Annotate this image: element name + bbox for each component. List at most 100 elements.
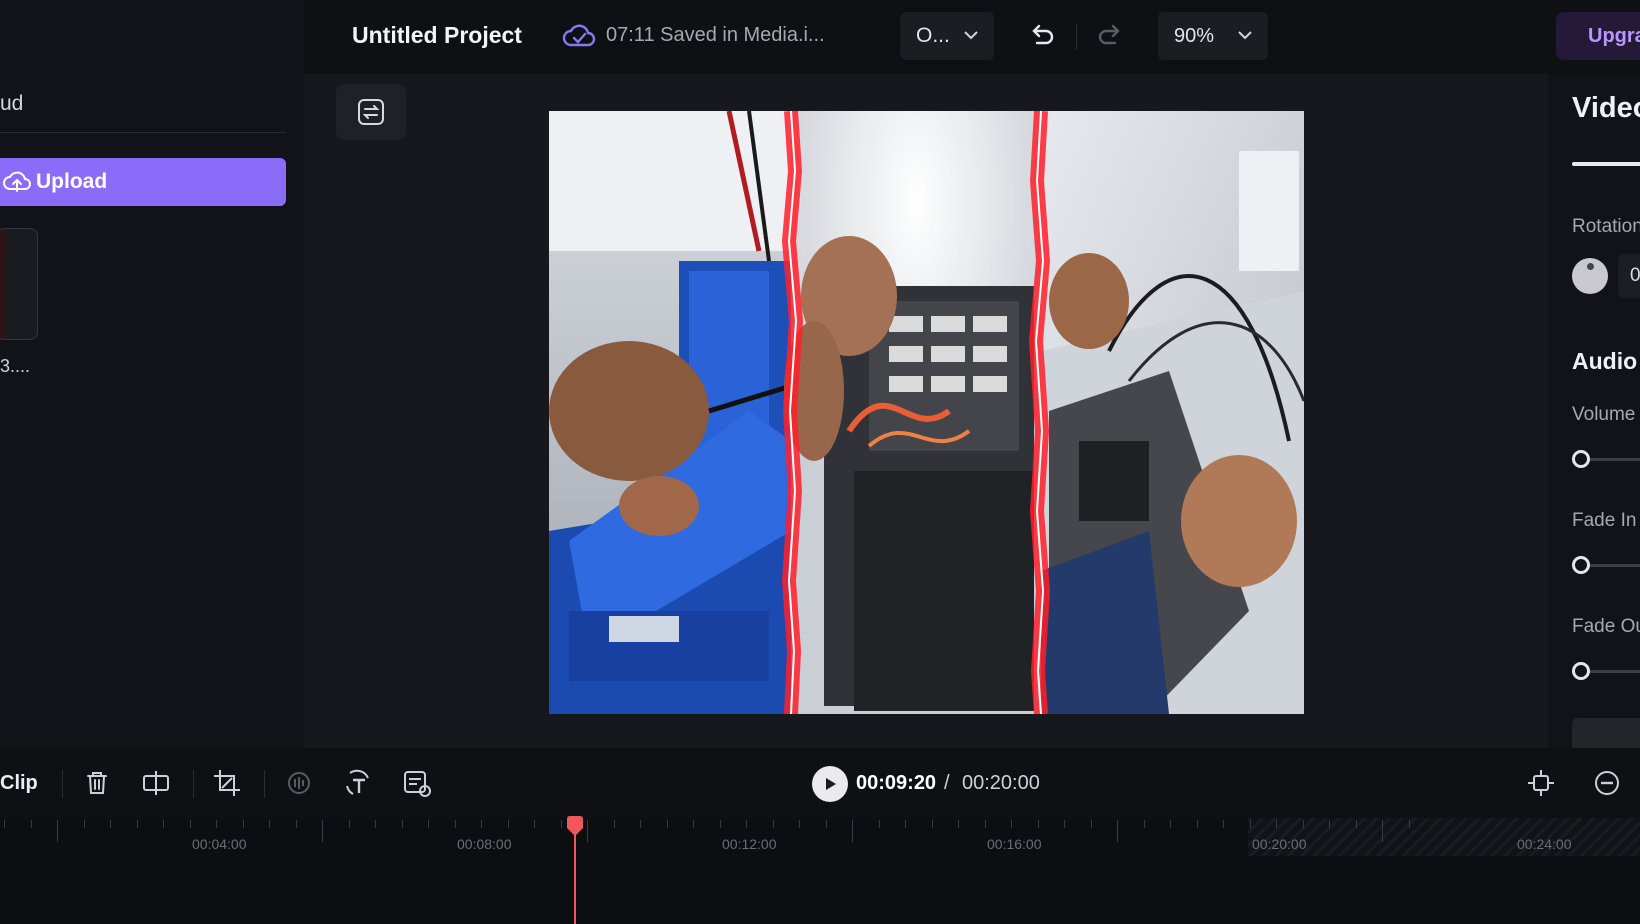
chevron-down-icon: [1238, 31, 1252, 40]
ruler-minor-tick: [1223, 820, 1224, 828]
ruler-minor-tick: [799, 820, 800, 828]
crop-icon[interactable]: [210, 766, 244, 800]
divider: [62, 770, 63, 798]
ruler-minor-tick: [1196, 820, 1198, 828]
aspect-ratio-select[interactable]: O...: [900, 12, 994, 60]
ruler-minor-tick: [110, 820, 111, 828]
save-status: 07:11 Saved in Media.i...: [606, 24, 825, 46]
ruler-minor-tick: [1170, 820, 1171, 828]
cloud-upload-icon: [2, 167, 32, 197]
ruler-minor-tick: [163, 820, 164, 828]
ruler-major-tick: [852, 820, 853, 842]
aspect-ratio-value: O...: [916, 24, 950, 47]
ruler-tick-label: 00:04:00: [192, 836, 247, 852]
properties-heading: Video: [1572, 92, 1640, 124]
clip-label: Clip: [0, 772, 38, 794]
ruler-minor-tick: [1408, 820, 1410, 828]
slider-thumb[interactable]: [1572, 450, 1590, 468]
slider-thumb[interactable]: [1572, 556, 1590, 574]
ruler-tick-label: 00:12:00: [722, 836, 777, 852]
ruler-minor-tick: [4, 820, 5, 828]
text-overlay-icon[interactable]: [341, 766, 375, 800]
apply-button[interactable]: [1572, 718, 1640, 748]
play-icon: [826, 778, 836, 790]
video-frame-image: [549, 111, 1304, 714]
ruler-minor-tick: [428, 820, 429, 828]
ruler-minor-tick: [958, 820, 959, 828]
ruler-tick-label: 00:24:00: [1517, 836, 1572, 852]
slider-thumb[interactable]: [1572, 662, 1590, 680]
ruler-minor-tick: [30, 820, 32, 828]
ruler-minor-tick: [1249, 820, 1251, 828]
ruler-minor-tick: [1064, 820, 1065, 828]
divider: [0, 132, 286, 133]
ruler-minor-tick: [905, 820, 906, 828]
auto-caption-icon[interactable]: [400, 766, 434, 800]
properties-panel: Video Rotation 0 Audio Volume Fade In Fa…: [1548, 74, 1640, 748]
ruler-minor-tick: [83, 820, 85, 828]
rotation-dial[interactable]: [1572, 258, 1608, 294]
ruler-minor-tick: [242, 820, 244, 828]
ruler-tick-label: 00:08:00: [457, 836, 512, 852]
ruler-minor-tick: [772, 820, 774, 828]
fade-out-slider[interactable]: [1572, 662, 1640, 680]
current-time: 00:09:20: [856, 772, 937, 794]
project-title[interactable]: Untitled Project: [352, 22, 522, 49]
ruler-minor-tick: [1011, 820, 1012, 828]
zoom-out-icon[interactable]: [1590, 766, 1624, 800]
media-thumbnail[interactable]: [0, 228, 38, 340]
divider: [1076, 24, 1077, 50]
volume-slider[interactable]: [1572, 450, 1640, 468]
media-panel: ud Upload 3....: [0, 0, 304, 748]
split-icon[interactable]: [139, 766, 173, 800]
fade-out-label: Fade Out: [1572, 616, 1640, 637]
zoom-select[interactable]: 90%: [1158, 12, 1268, 60]
play-button[interactable]: [812, 766, 848, 802]
ruler-minor-tick: [295, 820, 297, 828]
divider: [193, 770, 194, 798]
ruler-minor-tick: [481, 820, 482, 828]
undo-icon[interactable]: [1024, 18, 1060, 54]
ruler-tick-label: 00:20:00: [1252, 836, 1307, 852]
video-preview[interactable]: [549, 111, 1304, 714]
upload-button[interactable]: Upload: [0, 158, 286, 206]
ruler-major-tick: [587, 820, 588, 842]
ruler-minor-tick: [507, 820, 509, 828]
playhead-handle[interactable]: [565, 816, 585, 838]
upgrade-button[interactable]: Upgra: [1556, 12, 1640, 60]
ruler-minor-tick: [640, 820, 641, 828]
fade-in-label: Fade In: [1572, 510, 1637, 531]
fit-timeline-icon[interactable]: [1524, 766, 1558, 800]
audio-detach-icon[interactable]: [282, 766, 316, 800]
ruler-minor-tick: [719, 820, 721, 828]
layout-toggle-button[interactable]: [336, 84, 406, 140]
trash-icon[interactable]: [80, 766, 114, 800]
ruler-minor-tick: [348, 820, 350, 828]
timeline-ruler[interactable]: 00:04:00 00:08:00 00:12:00 00:16:00 00:20:00…: [0, 816, 1640, 924]
ruler-minor-tick: [136, 820, 138, 828]
ruler-minor-tick: [984, 820, 986, 828]
ruler-major-tick: [57, 820, 58, 842]
rotation-input[interactable]: 0: [1618, 254, 1640, 298]
upload-button-label: Upload: [36, 170, 108, 193]
redo-icon[interactable]: [1092, 18, 1128, 54]
ruler-minor-tick: [1355, 820, 1357, 828]
total-time: 00:20:00: [962, 772, 1040, 794]
time-separator: /: [944, 772, 950, 794]
media-panel-title: ud: [0, 92, 24, 115]
zoom-value: 90%: [1174, 24, 1215, 47]
ruler-minor-tick: [216, 820, 217, 828]
ruler-minor-tick: [375, 820, 376, 828]
preview-canvas: [304, 74, 1548, 748]
active-tab-indicator: [1572, 162, 1640, 166]
ruler-minor-tick: [534, 820, 535, 828]
fade-in-slider[interactable]: [1572, 556, 1640, 574]
volume-label: Volume: [1572, 404, 1636, 425]
ruler-minor-tick: [1329, 820, 1330, 828]
ruler-minor-tick: [560, 820, 562, 828]
divider: [264, 770, 265, 798]
ruler-minor-tick: [1276, 820, 1277, 828]
ruler-minor-tick: [1090, 820, 1092, 828]
cloud-check-icon: [562, 24, 596, 47]
ruler-minor-tick: [189, 820, 191, 828]
